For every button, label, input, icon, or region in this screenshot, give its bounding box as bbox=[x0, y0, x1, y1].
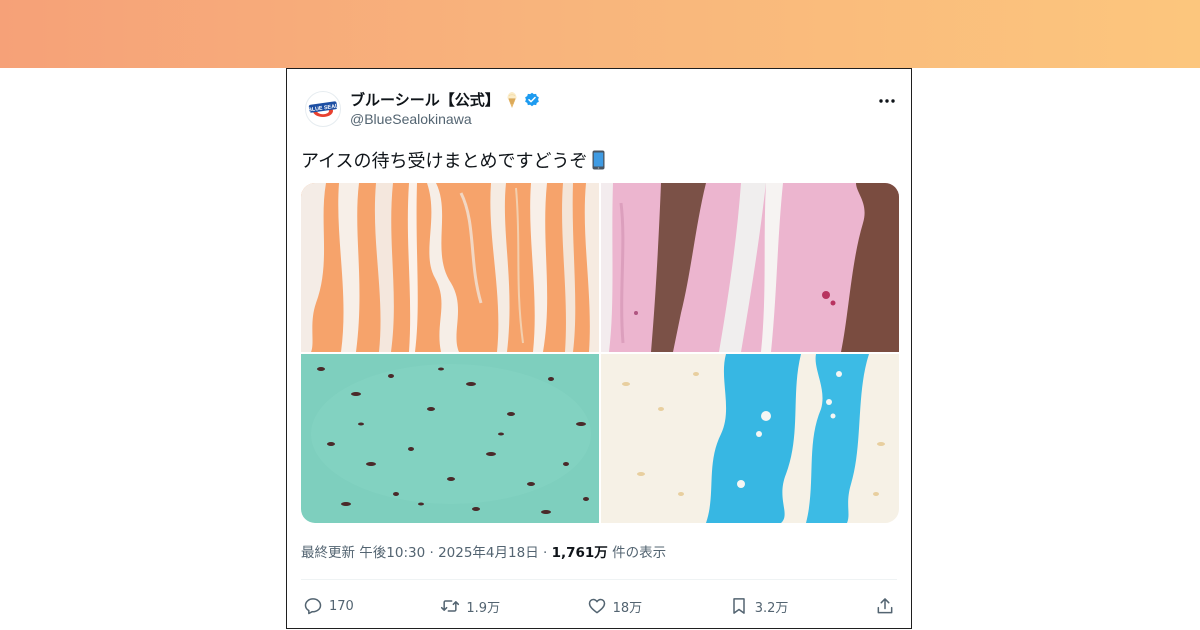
timestamp[interactable]: 最終更新 午後10:30 · 2025年4月18日 · bbox=[301, 545, 552, 561]
media-grid[interactable] bbox=[301, 183, 899, 523]
views-count: 1,761万 bbox=[551, 545, 608, 561]
user-handle[interactable]: @BlueSealokinawa bbox=[350, 111, 472, 127]
tweet-card: BLUE SEAL ブルーシール【公式】 @BlueSealokinawa アイ… bbox=[286, 68, 912, 629]
retweet-count: 1.9万 bbox=[466, 600, 501, 616]
share-icon bbox=[877, 598, 893, 614]
mobile-phone-icon bbox=[592, 150, 605, 170]
tweet-text-body: アイスの待ち受けまとめですどうぞ bbox=[301, 151, 588, 172]
like-count: 18万 bbox=[612, 600, 643, 616]
share-button[interactable] bbox=[875, 596, 895, 616]
top-banner bbox=[0, 0, 1200, 68]
avatar[interactable]: BLUE SEAL bbox=[305, 91, 341, 127]
reply-button[interactable]: 170 bbox=[303, 596, 354, 616]
pink-chocolate-vanilla-ice-cream-image[interactable] bbox=[601, 183, 899, 352]
reply-count: 170 bbox=[329, 598, 354, 614]
reply-icon bbox=[304, 598, 322, 615]
action-bar: 170 1.9万 18万 3.2万 bbox=[303, 593, 895, 619]
like-button[interactable]: 18万 bbox=[587, 596, 643, 616]
mint-chocolate-chip-ice-cream-image[interactable] bbox=[301, 354, 599, 523]
retweet-button[interactable]: 1.9万 bbox=[440, 596, 500, 616]
divider bbox=[301, 579, 897, 580]
ice-cream-icon bbox=[504, 91, 520, 109]
bookmark-button[interactable]: 3.2万 bbox=[729, 596, 789, 616]
heart-icon bbox=[588, 598, 605, 614]
views-suffix: 件の表示 bbox=[607, 545, 667, 561]
name-row: ブルーシール【公式】 bbox=[350, 89, 540, 110]
blue-vanilla-swirl-ice-cream-image[interactable] bbox=[601, 354, 899, 523]
blue-seal-logo-icon: BLUE SEAL bbox=[308, 101, 339, 117]
more-options-icon[interactable] bbox=[877, 93, 897, 103]
verified-badge-icon bbox=[524, 92, 540, 108]
tweet-text: アイスの待ち受けまとめですどうぞ bbox=[301, 147, 605, 173]
display-name[interactable]: ブルーシール【公式】 bbox=[350, 89, 500, 110]
orange-swirl-ice-cream-image[interactable] bbox=[301, 183, 599, 352]
retweet-icon bbox=[441, 600, 460, 612]
tweet-meta: 最終更新 午後10:30 · 2025年4月18日 · 1,761万 件の表示 bbox=[301, 541, 666, 561]
bookmark-icon bbox=[733, 598, 745, 614]
bookmark-count: 3.2万 bbox=[754, 600, 789, 616]
